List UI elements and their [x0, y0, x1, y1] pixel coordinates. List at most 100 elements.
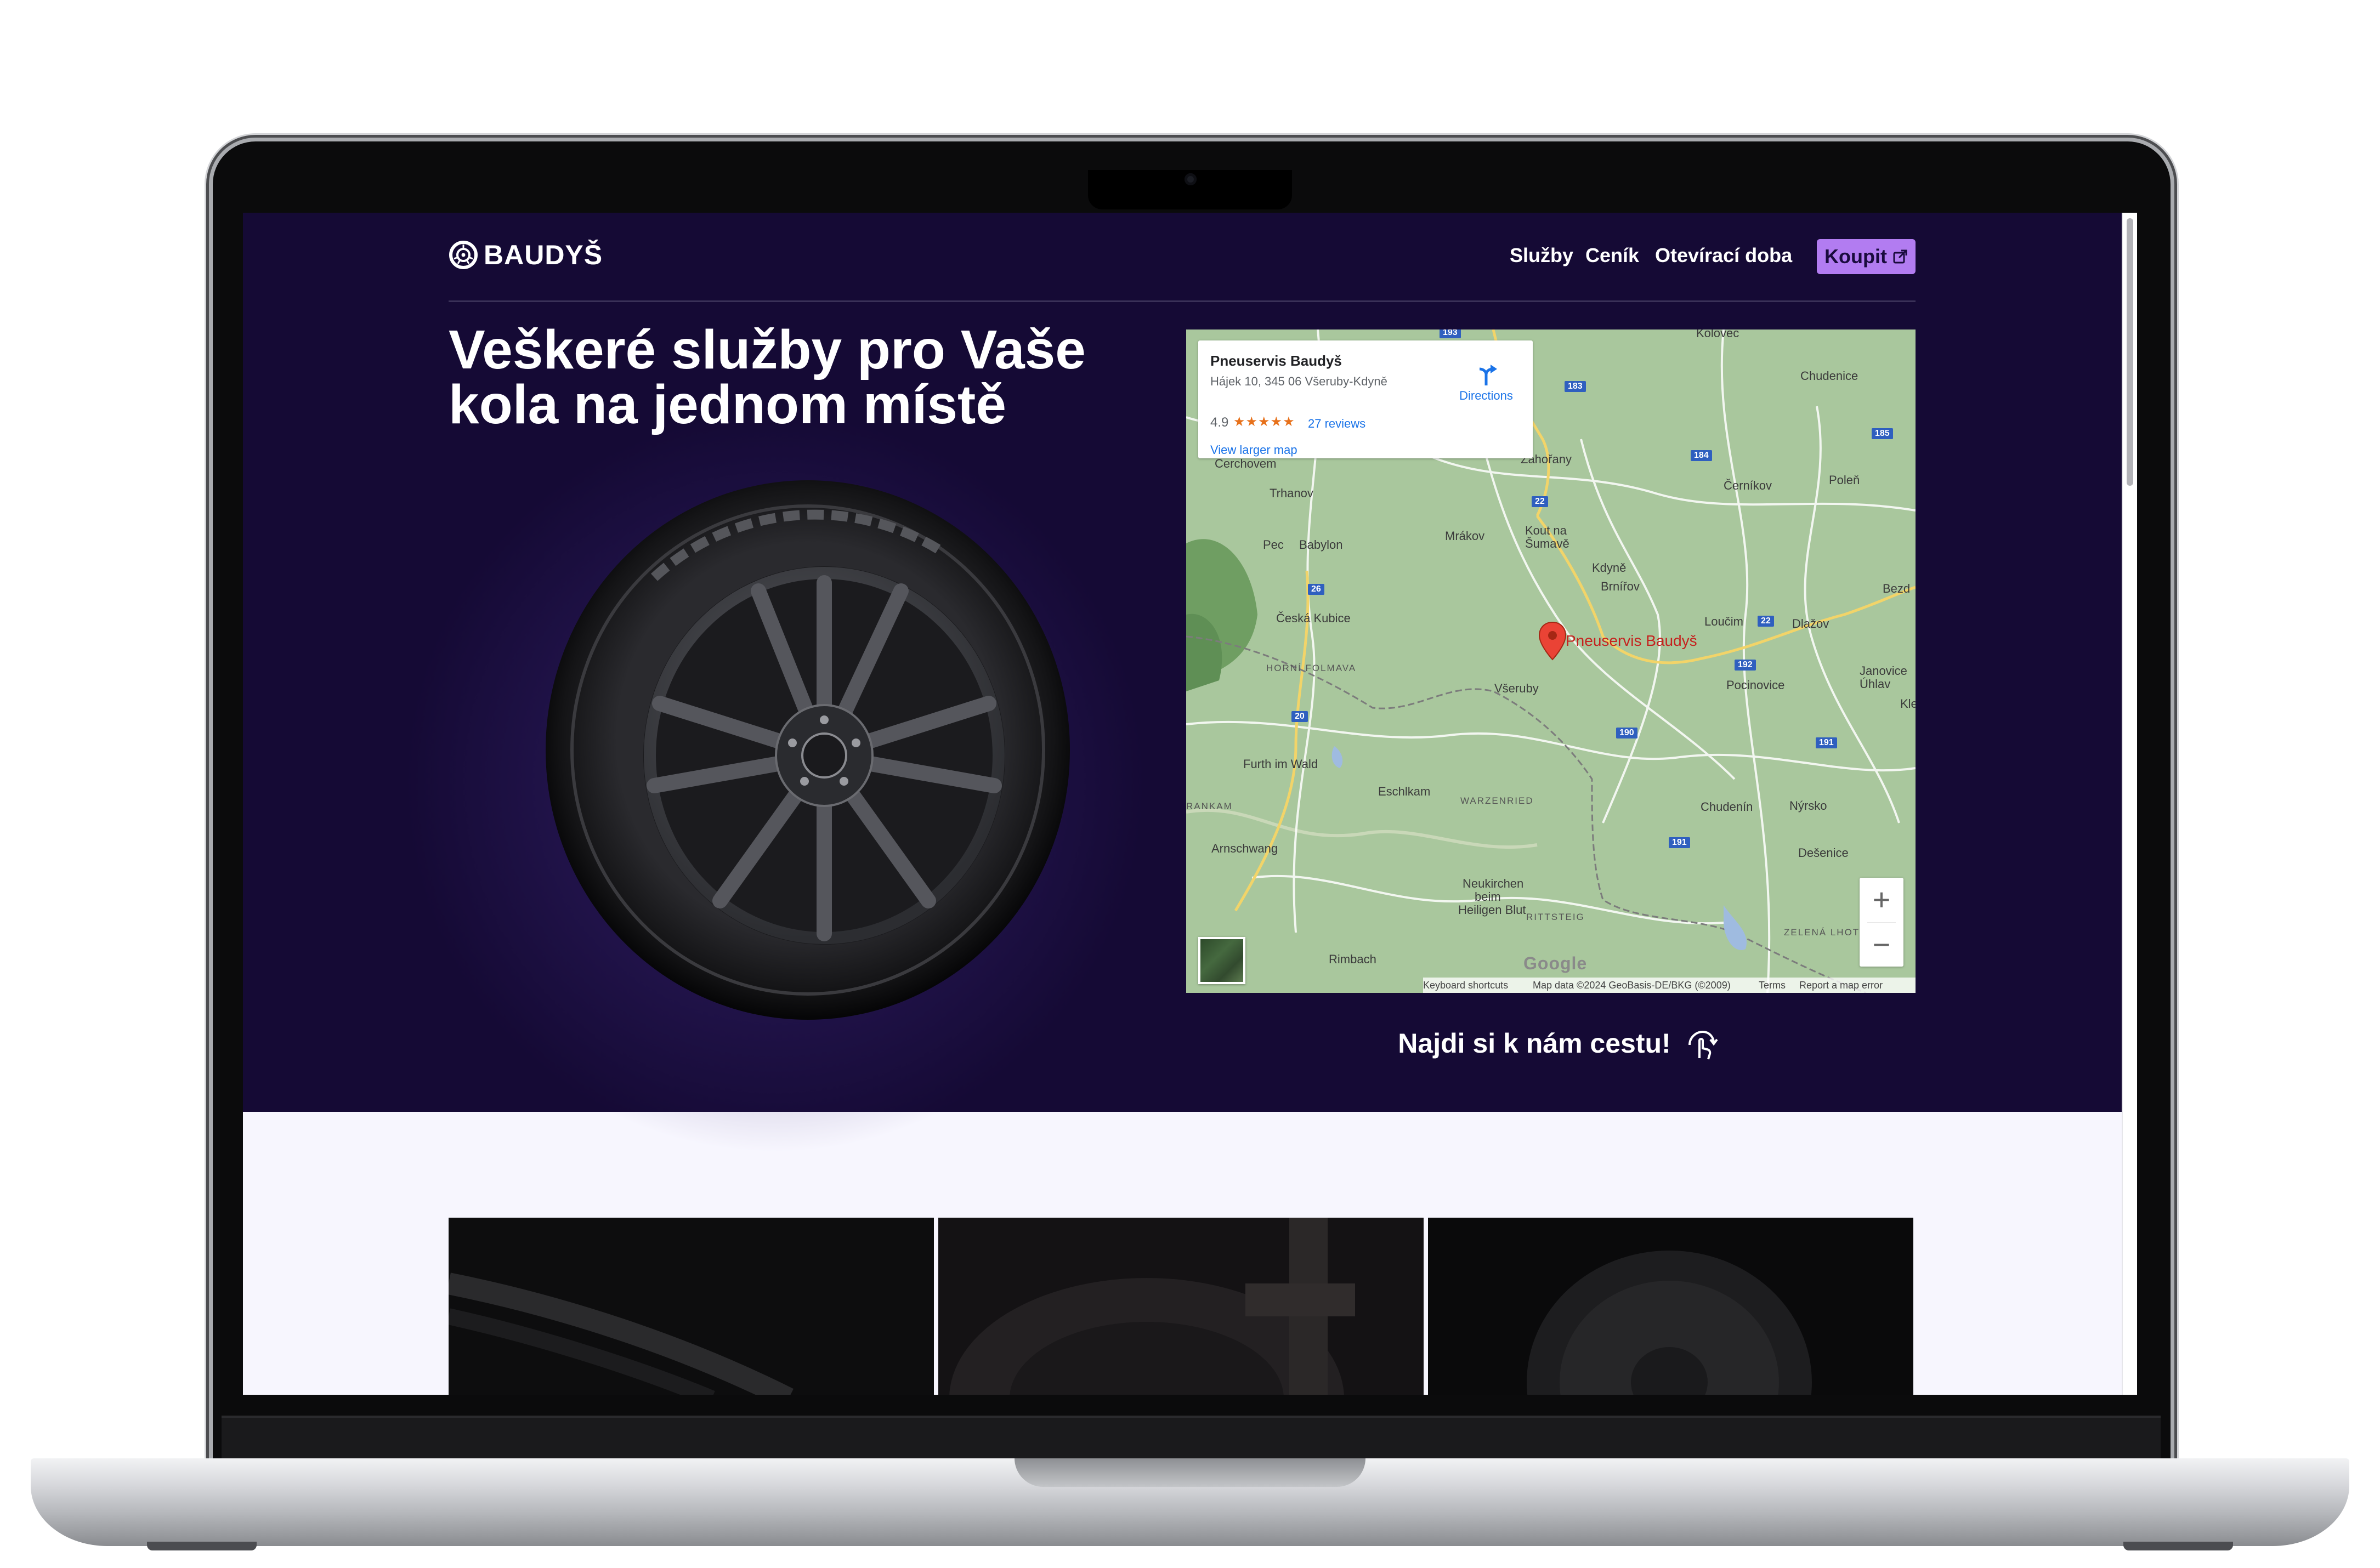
road-badge: 190 — [1616, 728, 1637, 738]
map-town: Poleň — [1829, 473, 1860, 487]
wheel-image — [546, 480, 1070, 1020]
google-map[interactable]: Chudenice Černíkov Poleň Zahořany Trhano… — [1186, 329, 1916, 993]
laptop-foot-right — [2123, 1542, 2233, 1550]
steel-wheel-photo — [1428, 1218, 1913, 1395]
road-badge: 26 — [1308, 584, 1324, 595]
tire-mounting-photo — [938, 1218, 1424, 1395]
external-link-icon — [1893, 249, 1907, 264]
find-us-cta[interactable]: Najdi si k nám cestu! — [1384, 1019, 1735, 1068]
road-badge: 22 — [1758, 616, 1774, 627]
buy-button[interactable]: Koupit — [1817, 239, 1916, 274]
hero-title: Veškeré služby pro Vaše kola na jednom m… — [449, 322, 1189, 432]
map-town: beim — [1475, 890, 1501, 904]
service-card-steel-wheel[interactable] — [1428, 1218, 1913, 1395]
map-town: Eschlkam — [1378, 785, 1431, 798]
map-town: Dlažov — [1792, 617, 1829, 630]
road-badge: 191 — [1669, 837, 1690, 848]
service-card-mounting[interactable] — [938, 1218, 1424, 1395]
google-logo: Google — [1523, 953, 1588, 973]
road-badge: 185 — [1872, 428, 1893, 439]
satellite-toggle-button[interactable] — [1198, 937, 1245, 984]
place-address: Hájek 10, 345 06 Všeruby-Kdyně — [1210, 374, 1387, 388]
map-town: Kolovec — [1696, 329, 1739, 340]
directions-label: Directions — [1459, 389, 1513, 402]
hero-title-line1: Veškeré služby pro Vaše — [449, 319, 1086, 380]
screen: BAUDYŠ Služby Ceník Otevírací doba Koupi… — [243, 213, 2137, 1395]
scrollbar-thumb[interactable] — [2127, 218, 2133, 486]
laptop-opening-notch — [1015, 1458, 1365, 1487]
road-badge: 20 — [1291, 711, 1308, 722]
map-area: WARZENRIED — [1460, 796, 1534, 806]
map-town: Rimbach — [1329, 952, 1376, 966]
hero-section: BAUDYŠ Služby Ceník Otevírací doba Koupi… — [243, 213, 2123, 1156]
map-town: Arnschwang — [1211, 842, 1278, 855]
map-town: Heiligen Blut — [1458, 903, 1526, 917]
road-badge: 191 — [1816, 737, 1837, 748]
map-town: Chudenín — [1701, 800, 1753, 814]
map-town: Loučim — [1704, 615, 1743, 628]
service-card-tire[interactable] — [449, 1218, 934, 1395]
laptop-bottom-bezel — [222, 1416, 2161, 1464]
map-town: Česká Kubice — [1276, 611, 1351, 625]
map-town: Pec — [1263, 538, 1284, 552]
nav-link-sluzby[interactable]: Služby — [1510, 238, 1573, 273]
keyboard-shortcuts-link[interactable]: Keyboard shortcuts — [1423, 978, 1508, 993]
road-badge: 22 — [1532, 496, 1548, 507]
touch-gesture-icon — [1688, 1030, 1718, 1060]
map-pin-icon[interactable] — [1538, 621, 1567, 661]
map-area: RANKAM — [1186, 801, 1233, 811]
place-info-card: Pneuservis Baudyš Hájek 10, 345 06 Všeru… — [1198, 340, 1533, 458]
map-town: Bezd — [1883, 582, 1911, 595]
laptop-foot-left — [147, 1542, 257, 1550]
report-map-error-link[interactable]: Report a map error — [1799, 978, 1883, 993]
road-badge: 184 — [1691, 450, 1712, 461]
map-town: Furth im Wald — [1243, 757, 1318, 771]
road-badge: 183 — [1565, 381, 1586, 392]
brand-name: BAUDYŠ — [484, 240, 603, 270]
view-larger-map-link[interactable]: View larger map — [1210, 443, 1297, 457]
zoom-in-button[interactable]: + — [1860, 878, 1903, 922]
map-town: Brnířov — [1601, 580, 1640, 593]
map-town: Neukirchen — [1463, 877, 1524, 890]
nav-link-oteviraci-doba[interactable]: Otevírací doba — [1655, 238, 1792, 273]
road-badge: 193 — [1440, 329, 1461, 338]
map-area: ZELENÁ LHOT — [1784, 927, 1860, 938]
nav-divider — [449, 300, 1916, 302]
zoom-out-button[interactable]: − — [1860, 923, 1903, 967]
map-town: Pocinovice — [1726, 678, 1785, 692]
hero-title-line2: kola na jednom místě — [449, 374, 1006, 435]
camera-icon — [1185, 173, 1197, 185]
map-town: Kle — [1900, 697, 1916, 711]
reviews-link[interactable]: 27 reviews — [1308, 417, 1365, 431]
map-town: Černíkov — [1724, 479, 1772, 492]
terms-link[interactable]: Terms — [1759, 978, 1786, 993]
map-data-text: Map data ©2024 GeoBasis-DE/BKG (©2009) — [1533, 980, 1731, 991]
buy-button-label: Koupit — [1824, 245, 1887, 268]
map-town: Šumavě — [1525, 537, 1569, 550]
place-name: Pneuservis Baudyš — [1210, 353, 1342, 369]
directions-icon — [1479, 365, 1497, 385]
find-us-label: Najdi si k nám cestu! — [1398, 1028, 1671, 1059]
brand-logo[interactable]: BAUDYŠ — [449, 239, 603, 271]
map-town: Nýrsko — [1789, 799, 1827, 813]
nav-link-cenik[interactable]: Ceník — [1585, 238, 1639, 273]
tire-logo-icon — [449, 241, 478, 269]
rating-value: 4.9 — [1210, 415, 1229, 430]
scrollbar[interactable] — [2122, 213, 2137, 1395]
map-town: Babylon — [1299, 538, 1343, 552]
map-pin-label[interactable]: Pneuservis Baudyš — [1566, 632, 1697, 650]
map-town: Chudenice — [1800, 369, 1858, 383]
map-town: Kout na — [1525, 524, 1567, 537]
tire-close-up-photo — [449, 1218, 934, 1395]
map-area: RITTSTEIG — [1526, 912, 1585, 922]
zoom-control: + − — [1860, 878, 1903, 967]
map-town: Dešenice — [1798, 846, 1849, 860]
map-town: Cerchovem — [1215, 457, 1277, 470]
map-town: Kdyně — [1592, 561, 1627, 575]
map-town: Janovice — [1860, 664, 1907, 678]
map-area: HORNÍ FOLMAVA — [1266, 663, 1357, 673]
road-badge: 192 — [1735, 660, 1756, 671]
rating-stars-icon: ★★★★★ — [1233, 414, 1295, 429]
map-attribution-bar: Keyboard shortcuts Map data ©2024 GeoBas… — [1423, 978, 1916, 993]
directions-button[interactable]: Directions — [1450, 362, 1522, 403]
